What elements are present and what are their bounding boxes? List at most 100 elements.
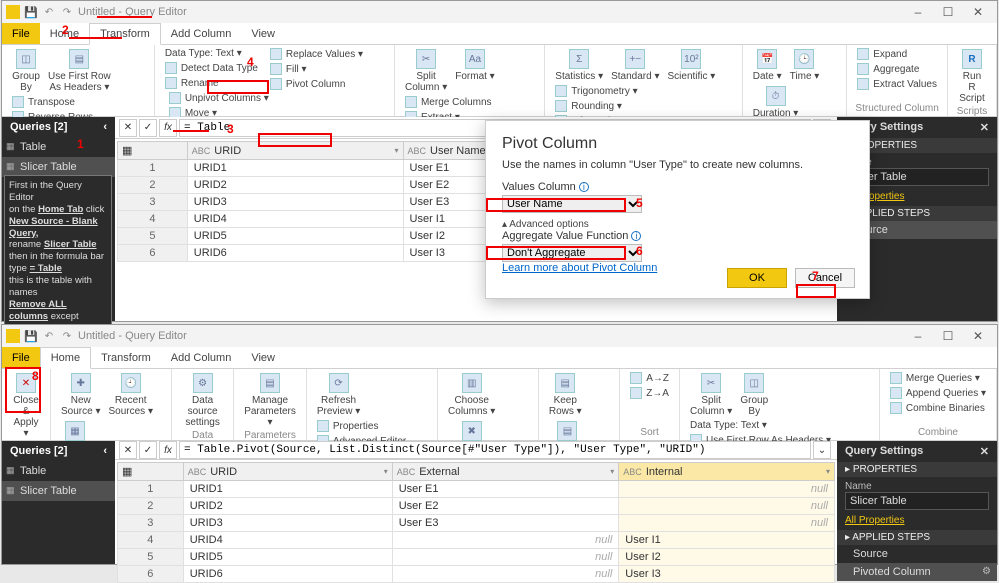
close-window-button[interactable]: ✕	[963, 2, 993, 22]
close-window-button[interactable]: ✕	[963, 326, 993, 346]
tab-home[interactable]: Home	[40, 23, 89, 44]
tab-add-column[interactable]: Add Column	[161, 347, 242, 368]
col-header-internal[interactable]: ABCInternal▾	[619, 463, 835, 481]
info-icon[interactable]: i	[631, 231, 641, 241]
recent-sources-button[interactable]: 🕘Recent Sources ▾	[104, 371, 156, 419]
first-row-headers-button[interactable]: ▤Use First Row As Headers ▾	[44, 47, 115, 95]
formula-expand-button[interactable]: ⌄	[813, 441, 831, 459]
cell-external[interactable]: null	[392, 549, 619, 566]
query-item-table[interactable]: Table	[2, 461, 115, 481]
close-settings-icon[interactable]: ✕	[980, 121, 989, 134]
tab-file[interactable]: File	[2, 23, 40, 44]
transpose-button[interactable]: Transpose	[8, 95, 97, 109]
statistics-button[interactable]: ΣStatistics ▾	[551, 47, 607, 84]
query-item-table[interactable]: Table	[2, 137, 115, 157]
formula-accept-button[interactable]: ✓	[139, 119, 157, 137]
fill-button[interactable]: Fill ▾	[266, 62, 367, 76]
tab-view[interactable]: View	[241, 347, 285, 368]
undo-icon[interactable]: ↶	[42, 5, 56, 19]
append-queries-button[interactable]: Append Queries ▾	[886, 386, 990, 400]
cell-urid[interactable]: URID6	[187, 245, 403, 262]
step-pivoted-column[interactable]: Pivoted Column⚙	[837, 563, 997, 581]
refresh-preview-button[interactable]: ⟳Refresh Preview ▾	[313, 371, 364, 419]
values-column-select[interactable]: User Name	[502, 195, 642, 213]
minimize-button[interactable]: –	[903, 326, 933, 346]
col-header-external[interactable]: ABCExternal▾	[392, 463, 619, 481]
col-header-urid[interactable]: ABCURID▾	[187, 142, 403, 160]
rename-button[interactable]: Rename	[161, 76, 262, 90]
cell-internal[interactable]: null	[619, 515, 835, 532]
formula-fx-button[interactable]: fx	[159, 441, 177, 459]
cell-internal[interactable]: null	[619, 498, 835, 515]
cell-urid[interactable]: URID3	[183, 515, 392, 532]
replace-values-button[interactable]: Replace Values ▾	[266, 47, 367, 61]
run-r-script-button[interactable]: RRun R Script	[954, 47, 990, 106]
merge-columns-button[interactable]: Merge Columns	[401, 95, 496, 109]
pivot-column-button[interactable]: Pivot Column	[266, 77, 367, 91]
cell-internal[interactable]: null	[619, 481, 835, 498]
standard-button[interactable]: +−Standard ▾	[607, 47, 663, 84]
cell-urid[interactable]: URID1	[183, 481, 392, 498]
cancel-button[interactable]: Cancel	[795, 268, 855, 288]
cell-urid[interactable]: URID5	[183, 549, 392, 566]
close-settings-icon[interactable]: ✕	[980, 445, 989, 458]
queries-collapse-icon[interactable]: ‹	[103, 121, 107, 133]
cell-external[interactable]: User E2	[392, 498, 619, 515]
advanced-options-toggle[interactable]: Advanced options	[502, 219, 853, 230]
cell-external[interactable]: User E3	[392, 515, 619, 532]
cell-external[interactable]: User E1	[392, 481, 619, 498]
choose-columns-button[interactable]: ▥Choose Columns ▾	[444, 371, 499, 419]
split-column-button[interactable]: ✂Split Column ▾	[401, 47, 451, 95]
save-icon[interactable]: 💾	[24, 329, 38, 343]
undo-icon[interactable]: ↶	[42, 329, 56, 343]
cell-urid[interactable]: URID2	[187, 177, 403, 194]
properties-section-header[interactable]: PROPERTIES	[837, 462, 997, 477]
save-icon[interactable]: 💾	[24, 5, 38, 19]
unpivot-columns-button[interactable]: Unpivot Columns ▾	[165, 91, 273, 105]
aggregate-button[interactable]: Aggregate	[853, 62, 941, 76]
aggregate-function-select[interactable]: Don't Aggregate	[502, 244, 642, 262]
tab-file[interactable]: File	[2, 347, 40, 368]
merge-queries-button[interactable]: Merge Queries ▾	[886, 371, 990, 385]
info-icon[interactable]: i	[579, 182, 589, 192]
detect-data-type-button[interactable]: Detect Data Type	[161, 61, 262, 75]
ok-button[interactable]: OK	[727, 268, 787, 288]
col-header-urid[interactable]: ABCURID▾	[183, 463, 392, 481]
data-source-settings-button[interactable]: ⚙Data source settings	[178, 371, 227, 430]
cell-urid[interactable]: URID2	[183, 498, 392, 515]
group-by-button[interactable]: ◫Group By	[8, 47, 44, 95]
rounding-button[interactable]: Rounding ▾	[551, 99, 641, 113]
cell-urid[interactable]: URID3	[187, 194, 403, 211]
learn-more-link[interactable]: Learn more about Pivot Column	[502, 262, 657, 274]
redo-icon[interactable]: ↷	[60, 5, 74, 19]
query-item-slicer-table[interactable]: Slicer Table	[2, 481, 115, 501]
tab-home[interactable]: Home	[40, 347, 91, 369]
manage-parameters-button[interactable]: ▤Manage Parameters ▾	[240, 371, 300, 430]
cell-external[interactable]: null	[392, 566, 619, 583]
format-button[interactable]: AaFormat ▾	[451, 47, 498, 84]
formula-input[interactable]	[179, 441, 811, 459]
formula-accept-button[interactable]: ✓	[139, 441, 157, 459]
date-button[interactable]: 📅Date ▾	[749, 47, 786, 84]
trigonometry-button[interactable]: Trigonometry ▾	[551, 84, 641, 98]
data-type-button[interactable]: Data Type: Text ▾	[161, 47, 262, 60]
cell-urid[interactable]: URID5	[187, 228, 403, 245]
sort-asc-button[interactable]: A→Z	[626, 371, 673, 385]
expand-button[interactable]: Expand	[853, 47, 941, 61]
data-type-button[interactable]: Data Type: Text ▾	[686, 419, 835, 432]
cell-internal[interactable]: User I3	[619, 566, 835, 583]
formula-cancel-button[interactable]: ✕	[119, 441, 137, 459]
applied-steps-header[interactable]: APPLIED STEPS	[837, 530, 997, 545]
formula-fx-button[interactable]: fx	[159, 119, 177, 137]
cell-internal[interactable]: User I2	[619, 549, 835, 566]
tab-transform[interactable]: Transform	[89, 23, 161, 45]
duration-button[interactable]: ⏱Duration ▾	[749, 84, 803, 121]
gear-icon[interactable]: ⚙	[982, 566, 991, 577]
extract-values-button[interactable]: Extract Values	[853, 77, 941, 91]
scientific-button[interactable]: 10²Scientific ▾	[663, 47, 719, 84]
redo-icon[interactable]: ↷	[60, 329, 74, 343]
cell-urid[interactable]: URID4	[183, 532, 392, 549]
combine-binaries-button[interactable]: Combine Binaries	[886, 401, 990, 415]
data-grid[interactable]: ▦ ABCURID▾ ABCExternal▾ ABCInternal▾ 1 U…	[117, 462, 835, 583]
cell-internal[interactable]: User I1	[619, 532, 835, 549]
